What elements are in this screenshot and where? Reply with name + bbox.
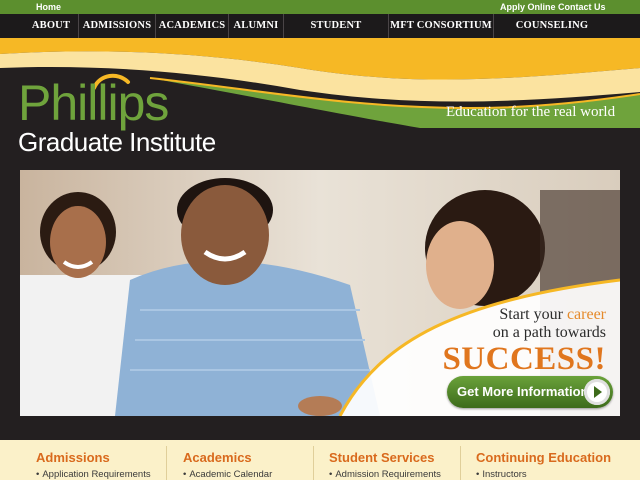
column-title[interactable]: Academics: [183, 450, 252, 465]
home-link[interactable]: Home: [36, 2, 61, 12]
nav-item-admissions[interactable]: ADMISSIONS: [79, 14, 156, 38]
column-admissions: Admissions • Application Requirements: [36, 440, 166, 480]
column-academics: Academics • Academic Calendar: [183, 440, 313, 480]
apply-online-link[interactable]: Apply Online: [500, 2, 556, 12]
site-header: Phillips Graduate Institute Education fo…: [0, 38, 640, 168]
quick-links-panel: Admissions • Application Requirements Aca…: [0, 440, 640, 480]
hero-banner: Start your career on a path towards SUCC…: [20, 170, 620, 416]
column-divider: [166, 446, 167, 480]
hero-headline: Start your career on a path towards SUCC…: [442, 306, 606, 376]
column-divider: [460, 446, 461, 480]
logo-subtitle: Graduate Institute: [18, 127, 216, 157]
column-link[interactable]: • Admission Requirements: [329, 469, 441, 480]
column-title[interactable]: Admissions: [36, 450, 110, 465]
column-title[interactable]: Student Services: [329, 450, 435, 465]
headline-accent: career: [566, 306, 606, 323]
arrow-right-icon: [584, 379, 610, 405]
cta-label: Get More Information: [457, 384, 589, 399]
nav-item-student-services[interactable]: STUDENT SERVICES: [284, 14, 389, 55]
column-link[interactable]: • Application Requirements: [36, 469, 151, 480]
headline-line-2: on a path towards: [492, 324, 606, 341]
nav-item-about[interactable]: ABOUT: [24, 14, 79, 38]
utility-bar: Home Apply Online Contact Us: [0, 0, 640, 14]
column-link[interactable]: • Academic Calendar: [183, 469, 272, 480]
column-continuing-education: Continuing Education • Instructors: [476, 440, 626, 480]
nav-item-academics[interactable]: ACADEMICS: [156, 14, 229, 38]
headline-success: SUCCESS!: [442, 341, 606, 377]
headline-line-1: Start your career: [442, 306, 606, 324]
column-title[interactable]: Continuing Education: [476, 450, 611, 465]
nav-item-mft-consortium[interactable]: MFT CONSORTIUM: [389, 14, 494, 38]
main-nav: ABOUT ADMISSIONS ACADEMICS ALUMNI STUDEN…: [0, 14, 640, 55]
column-divider: [313, 446, 314, 480]
contact-us-link[interactable]: Contact Us: [558, 2, 606, 12]
tagline: Education for the real world: [446, 104, 616, 120]
nav-item-counseling-center[interactable]: COUNSELING CENTER: [494, 14, 610, 55]
column-student-services: Student Services • Admission Requirements: [329, 440, 459, 480]
logo-wordmark[interactable]: Phillips: [18, 78, 169, 128]
nav-item-alumni[interactable]: ALUMNI: [229, 14, 284, 38]
headline-prefix: Start your: [499, 306, 567, 323]
column-link[interactable]: • Instructors: [476, 469, 527, 480]
get-more-information-button[interactable]: Get More Information: [447, 376, 613, 408]
